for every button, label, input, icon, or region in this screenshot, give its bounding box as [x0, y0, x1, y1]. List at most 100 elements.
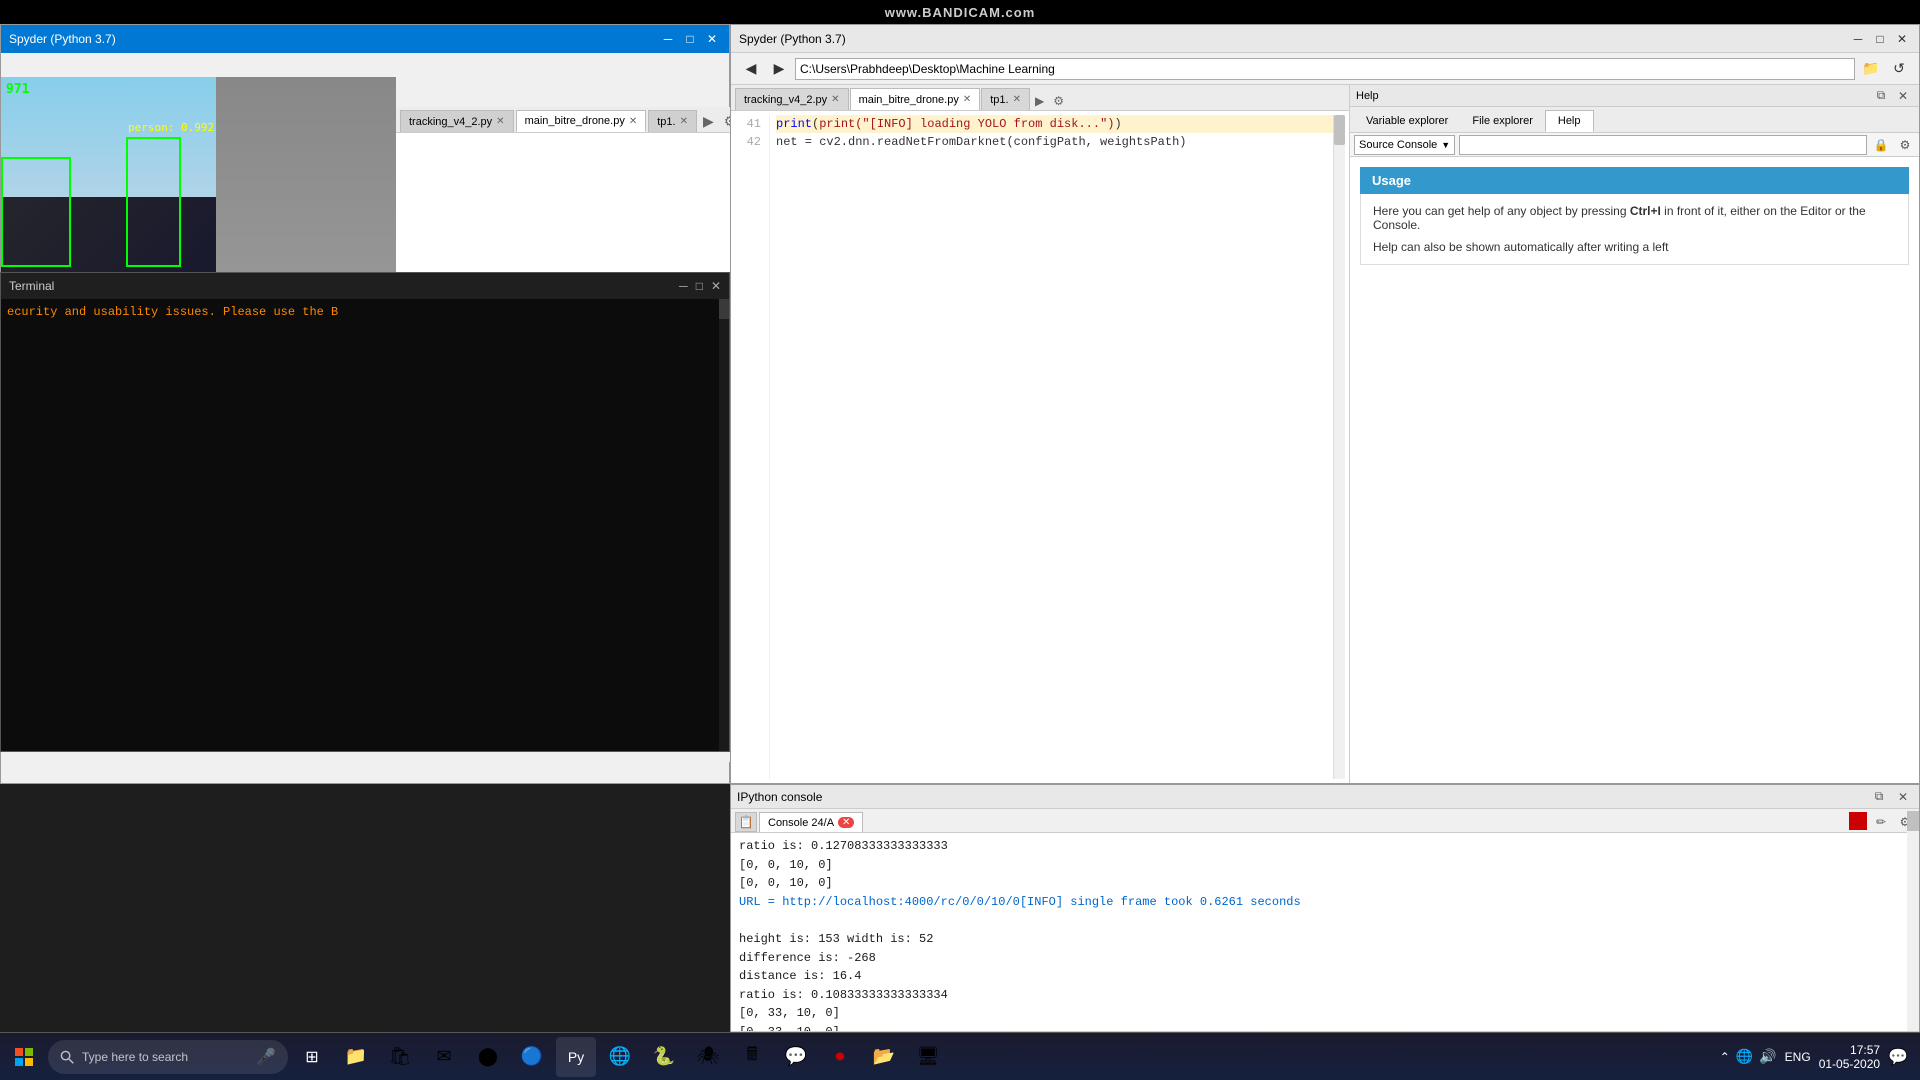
microphone-icon[interactable]: 🎤 [256, 1047, 276, 1067]
spyder-titlebar: Spyder (Python 3.7) ─ □ ✕ [1, 25, 729, 53]
tab-help[interactable]: Help [1545, 110, 1594, 132]
new-console-btn[interactable]: 📋 [735, 812, 757, 832]
help-usage-box: Usage Here you can get help of any objec… [1360, 167, 1909, 265]
taskbar-clock[interactable]: 17:57 01-05-2020 [1819, 1043, 1880, 1071]
tab-variable-explorer[interactable]: Variable explorer [1354, 110, 1460, 132]
ide-tab-tp1[interactable]: tp1. ✕ [981, 88, 1030, 110]
console-line-4: height is: 153 width is: 52 [739, 930, 1911, 949]
code-line-41: print(print("[INFO] loading YOLO from di… [776, 115, 1333, 133]
ide-minimize[interactable]: ─ [1849, 30, 1867, 48]
ide-close[interactable]: ✕ [1893, 30, 1911, 48]
language-indicator[interactable]: ENG [1785, 1050, 1811, 1064]
store-icon[interactable]: 🛍 [380, 1037, 420, 1077]
console-scrollbar[interactable] [1907, 811, 1919, 1031]
terminal-maximize[interactable]: □ [696, 279, 703, 293]
ide-tabs-gear[interactable]: ⚙ [1049, 92, 1068, 110]
python-icon[interactable]: Py [556, 1037, 596, 1077]
calculator-icon[interactable]: 🖩 [732, 1037, 772, 1077]
ide-main-window: Spyder (Python 3.7) ─ □ ✕ ◀ ▶ 📁 ↺ tracki… [730, 24, 1920, 784]
app-icon-3[interactable]: 🐍 [644, 1037, 684, 1077]
line-num-42: 42 [735, 133, 761, 151]
terminal-scrollbar[interactable] [719, 299, 729, 751]
editor-scrollbar-thumb [1334, 115, 1345, 145]
path-input[interactable] [795, 58, 1855, 80]
ide-tab-tracking[interactable]: tracking_v4_2.py ✕ [735, 88, 849, 110]
ipython-close-btn[interactable]: ✕ [1893, 787, 1913, 807]
console-tab-close-icon[interactable]: ✕ [838, 817, 854, 828]
start-button[interactable] [4, 1037, 44, 1077]
help-close-btn[interactable]: ✕ [1893, 86, 1913, 106]
chrome-icon[interactable]: ⬤ [468, 1037, 508, 1077]
help-panel-controls: ⧉ ✕ [1871, 86, 1913, 106]
ipython-tabs: 📋 Console 24/A ✕ ✏ ⚙ [731, 809, 1919, 833]
record-icon[interactable]: ⏺ [820, 1037, 860, 1077]
app-icon-1[interactable]: 🔵 [512, 1037, 552, 1077]
ide-tab-close-2[interactable]: ✕ [963, 94, 971, 105]
more-tabs-icon[interactable]: ▶ [699, 111, 718, 132]
network-icon[interactable]: 🌐 [1736, 1048, 1753, 1065]
console-line-3: URL = http://localhost:4000/rc/0/0/10/0[… [739, 893, 1911, 912]
notification-icon[interactable]: 💬 [1888, 1047, 1908, 1067]
console-action-icons: ✏ ⚙ [1849, 812, 1915, 832]
sync-button[interactable]: ↺ [1887, 57, 1911, 81]
stop-button[interactable] [1849, 812, 1867, 830]
console-line-9: [0, 33, 10, 0] [739, 1023, 1911, 1031]
ide-editor-tabs: tracking_v4_2.py ✕ main_bitre_drone.py ✕… [731, 85, 1349, 111]
code-lines: print(print("[INFO] loading YOLO from di… [776, 115, 1333, 779]
close-button[interactable]: ✕ [703, 30, 721, 48]
usage-body: Here you can get help of any object by p… [1360, 194, 1909, 265]
ide-tab-close-1[interactable]: ✕ [831, 94, 839, 105]
tab-main-bitre[interactable]: main_bitre_drone.py ✕ [516, 110, 647, 132]
editor-scrollbar[interactable] [1333, 115, 1345, 779]
volume-icon[interactable]: 🔊 [1759, 1048, 1776, 1065]
ide-tab-close-3[interactable]: ✕ [1013, 94, 1021, 105]
terminal-title: Terminal [9, 279, 54, 293]
ide-toolbar: ◀ ▶ 📁 ↺ [731, 53, 1919, 85]
tab-close-tp1[interactable]: ✕ [680, 116, 688, 127]
file-explorer-icon[interactable]: 📁 [336, 1037, 376, 1077]
tab-tracking[interactable]: tracking_v4_2.py ✕ [400, 110, 514, 132]
ide-tab-main[interactable]: main_bitre_drone.py ✕ [850, 88, 981, 110]
mail-icon[interactable]: ✉ [424, 1037, 464, 1077]
object-input[interactable] [1459, 135, 1867, 155]
terminal-scrollbar-thumb [719, 299, 729, 319]
files-icon[interactable]: 📂 [864, 1037, 904, 1077]
ide-window-controls: ─ □ ✕ [1849, 30, 1911, 48]
maximize-button[interactable]: □ [681, 30, 699, 48]
help-detach-btn[interactable]: ⧉ [1871, 86, 1891, 106]
terminal-minimize[interactable]: ─ [679, 279, 688, 293]
person-label: person: 0.992 [128, 121, 214, 134]
skype-icon[interactable]: 💬 [776, 1037, 816, 1077]
tab-tp1[interactable]: tp1. ✕ [648, 110, 697, 132]
folder-button[interactable]: 📁 [1859, 57, 1883, 81]
taskview-button[interactable]: ⊞ [292, 1037, 332, 1077]
taskbar-search[interactable]: Type here to search 🎤 [48, 1040, 288, 1074]
ide-main-content: tracking_v4_2.py ✕ main_bitre_drone.py ✕… [731, 85, 1919, 783]
ipython-title: IPython console [737, 790, 822, 804]
app-icon-2[interactable]: 🌐 [600, 1037, 640, 1077]
forward-button[interactable]: ▶ [767, 57, 791, 81]
switch-icon[interactable]: 🖥 [908, 1037, 948, 1077]
help-options-btn[interactable]: ⚙ [1895, 135, 1915, 155]
tab-file-explorer[interactable]: File explorer [1460, 110, 1545, 132]
console-edit-btn[interactable]: ✏ [1871, 812, 1891, 832]
spyder-window-controls: ─ □ ✕ [659, 30, 721, 48]
line-num-41: 41 [735, 115, 761, 133]
terminal-close[interactable]: ✕ [711, 279, 721, 293]
tab-close-main[interactable]: ✕ [629, 116, 637, 127]
app-icon-4[interactable]: 🕷 [688, 1037, 728, 1077]
ide-tabs-arrow[interactable]: ▶ [1031, 92, 1048, 110]
console-tab-24a[interactable]: Console 24/A ✕ [759, 812, 863, 832]
search-icon [60, 1050, 74, 1064]
ide-title: Spyder (Python 3.7) [739, 32, 846, 46]
source-console-dropdown[interactable]: Source Console ▼ [1354, 135, 1455, 155]
clock-date: 01-05-2020 [1819, 1057, 1880, 1071]
help-lock-btn[interactable]: 🔒 [1871, 135, 1891, 155]
chevron-up-icon[interactable]: ⌃ [1720, 1050, 1730, 1064]
console-line-7: ratio is: 0.10833333333333334 [739, 986, 1911, 1005]
minimize-button[interactable]: ─ [659, 30, 677, 48]
tab-close-tracking[interactable]: ✕ [496, 116, 504, 127]
ide-maximize[interactable]: □ [1871, 30, 1889, 48]
back-button[interactable]: ◀ [739, 57, 763, 81]
ipython-expand-btn[interactable]: ⧉ [1869, 787, 1889, 807]
